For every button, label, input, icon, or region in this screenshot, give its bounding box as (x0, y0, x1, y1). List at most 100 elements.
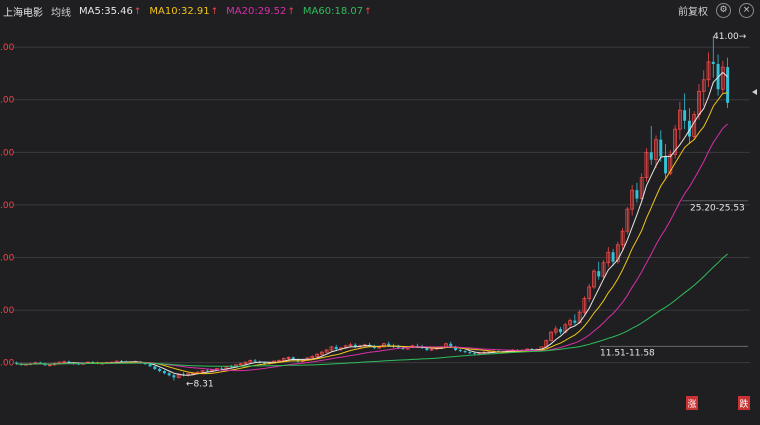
y-tick-label: .00 (0, 201, 15, 211)
ma20-indicator: MA20:29.52↑ (226, 6, 295, 17)
candle (248, 359, 253, 363)
candle (597, 261, 601, 280)
ma5-label: MA5: (79, 5, 105, 17)
ma5-value: 35.46 (104, 5, 133, 17)
settings-icon[interactable]: ⚙ (716, 3, 731, 18)
candle-body (153, 366, 157, 369)
candle-body (468, 352, 472, 354)
candle-body (683, 110, 687, 121)
candle (587, 283, 592, 302)
candle (172, 373, 176, 381)
candle-body (458, 350, 462, 352)
stock-name[interactable]: 上海电影 (3, 4, 43, 19)
candle (153, 365, 157, 371)
ma10-label: MA10: (149, 5, 181, 17)
candle-body (47, 364, 52, 366)
candle (716, 54, 720, 96)
candle (606, 246, 611, 267)
candle-body (172, 375, 176, 378)
candle-body (463, 351, 467, 353)
ma20-value: 29.52 (257, 5, 287, 17)
candle-body (334, 346, 338, 349)
up-arrow-icon: ↑ (210, 6, 219, 17)
ma10-value: 32.91 (180, 5, 210, 17)
candle-body (396, 346, 400, 348)
chart-header: 上海电影 均线 MA5:35.46↑ MA10:32.91↑ MA20:29.5… (0, 0, 760, 22)
y-tick-label: .00 (0, 359, 15, 369)
y-axis-labels: .00 .00 .00 .00 .00 .00 .00 (0, 43, 15, 369)
chart-tools: 前复权 ⚙ × (678, 3, 754, 18)
candle (573, 314, 577, 325)
grid-layer (14, 46, 750, 364)
ma60-value: 18.07 (334, 5, 364, 17)
candle (706, 52, 711, 88)
annotations: 41.00→ 25.20-25.53 11.51-11.58 ←8.31 (186, 32, 757, 389)
candle (324, 348, 329, 354)
candle (162, 370, 166, 375)
limit-up-marker[interactable]: 涨 (686, 396, 698, 410)
ma20-label: MA20: (226, 5, 258, 17)
candle-body (253, 360, 257, 362)
candle (601, 259, 606, 279)
candle-body (205, 370, 209, 372)
candle (673, 124, 677, 159)
candle-body (148, 364, 152, 367)
y-tick-label: .00 (0, 148, 15, 158)
candle (630, 184, 635, 216)
candle (592, 269, 596, 290)
ma10-indicator: MA10:32.91↑ (149, 6, 218, 17)
candle (701, 70, 706, 107)
candle-body (664, 156, 668, 174)
low-price-label: ←8.31 (186, 379, 214, 389)
candle (315, 353, 319, 358)
candle (664, 143, 668, 179)
candle (687, 108, 691, 144)
candle (549, 331, 553, 342)
candle (181, 372, 185, 377)
candle (620, 228, 625, 251)
candle (320, 351, 324, 356)
candle (553, 325, 558, 336)
candle (253, 358, 257, 363)
candle (334, 344, 338, 351)
y-tick-label: .00 (0, 253, 15, 263)
candle (720, 60, 725, 94)
candle-body (425, 347, 429, 351)
ma60-indicator: MA60:18.07↑ (303, 6, 372, 17)
adjust-mode-button[interactable]: 前复权 (678, 3, 708, 18)
kline-chart[interactable]: .00 .00 .00 .00 .00 .00 .00 41.00→ 25.20-25.53 1… (0, 22, 760, 421)
y-tick-label: .00 (0, 43, 15, 53)
candle-body (277, 360, 281, 362)
close-icon[interactable]: × (739, 3, 754, 18)
up-arrow-icon: ↑ (364, 6, 372, 17)
candle (678, 101, 682, 140)
up-arrow-icon: ↑ (287, 6, 295, 17)
candle-body (611, 252, 615, 262)
up-arrow-icon: ↑ (133, 6, 142, 17)
candle (286, 356, 291, 360)
candle (683, 93, 687, 130)
candle (167, 372, 171, 377)
limit-down-marker[interactable]: 跌 (738, 396, 750, 410)
candle-body (158, 368, 162, 372)
candle (635, 182, 639, 203)
candle (726, 57, 730, 109)
candle (382, 342, 386, 348)
kline-chart-area[interactable]: .00 .00 .00 .00 .00 .00 .00 41.00→ 25.20-25.53 1… (0, 22, 760, 421)
candle (348, 342, 353, 347)
ma-line-ma5 (16, 71, 728, 376)
candle-body (559, 329, 563, 333)
y-tick-label: .00 (0, 306, 15, 316)
ma5-indicator: MA5:35.46↑ (79, 6, 141, 17)
candle (649, 126, 653, 165)
candle (644, 148, 649, 182)
y-tick-label: .00 (0, 96, 15, 106)
candle-body (477, 352, 482, 355)
candle (463, 350, 467, 354)
candle-body (726, 67, 730, 103)
candle-body (659, 139, 663, 157)
candle-body (711, 61, 715, 64)
avg-line-label[interactable]: 均线 (51, 4, 71, 19)
candles (14, 36, 730, 381)
candle-body (62, 361, 66, 363)
